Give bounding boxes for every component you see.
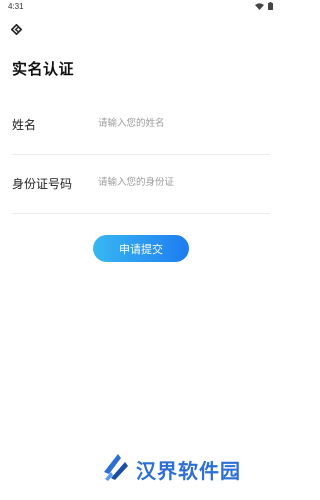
battery-icon xyxy=(268,2,273,12)
id-number-input[interactable] xyxy=(98,171,266,193)
real-name-auth-screen: 4:31 实名认证 姓名 身 xyxy=(0,0,281,500)
back-button[interactable] xyxy=(10,23,22,35)
status-icons xyxy=(255,2,273,12)
diamond-back-icon xyxy=(10,20,22,39)
status-time: 4:31 xyxy=(8,2,24,11)
submit-button[interactable]: 申请提交 xyxy=(93,235,189,262)
name-input[interactable] xyxy=(98,112,266,134)
wifi-icon xyxy=(255,2,264,12)
status-bar: 4:31 xyxy=(0,0,281,14)
name-label: 姓名 xyxy=(12,118,37,132)
id-number-label: 身份证号码 xyxy=(12,177,73,191)
id-number-row: 身份证号码 xyxy=(12,153,270,214)
name-row: 姓名 xyxy=(12,94,270,155)
watermark: 汉界软件园 xyxy=(102,452,241,486)
watermark-text: 汉界软件园 xyxy=(136,458,241,483)
logo-icon xyxy=(102,452,130,486)
page-title: 实名认证 xyxy=(12,60,75,78)
